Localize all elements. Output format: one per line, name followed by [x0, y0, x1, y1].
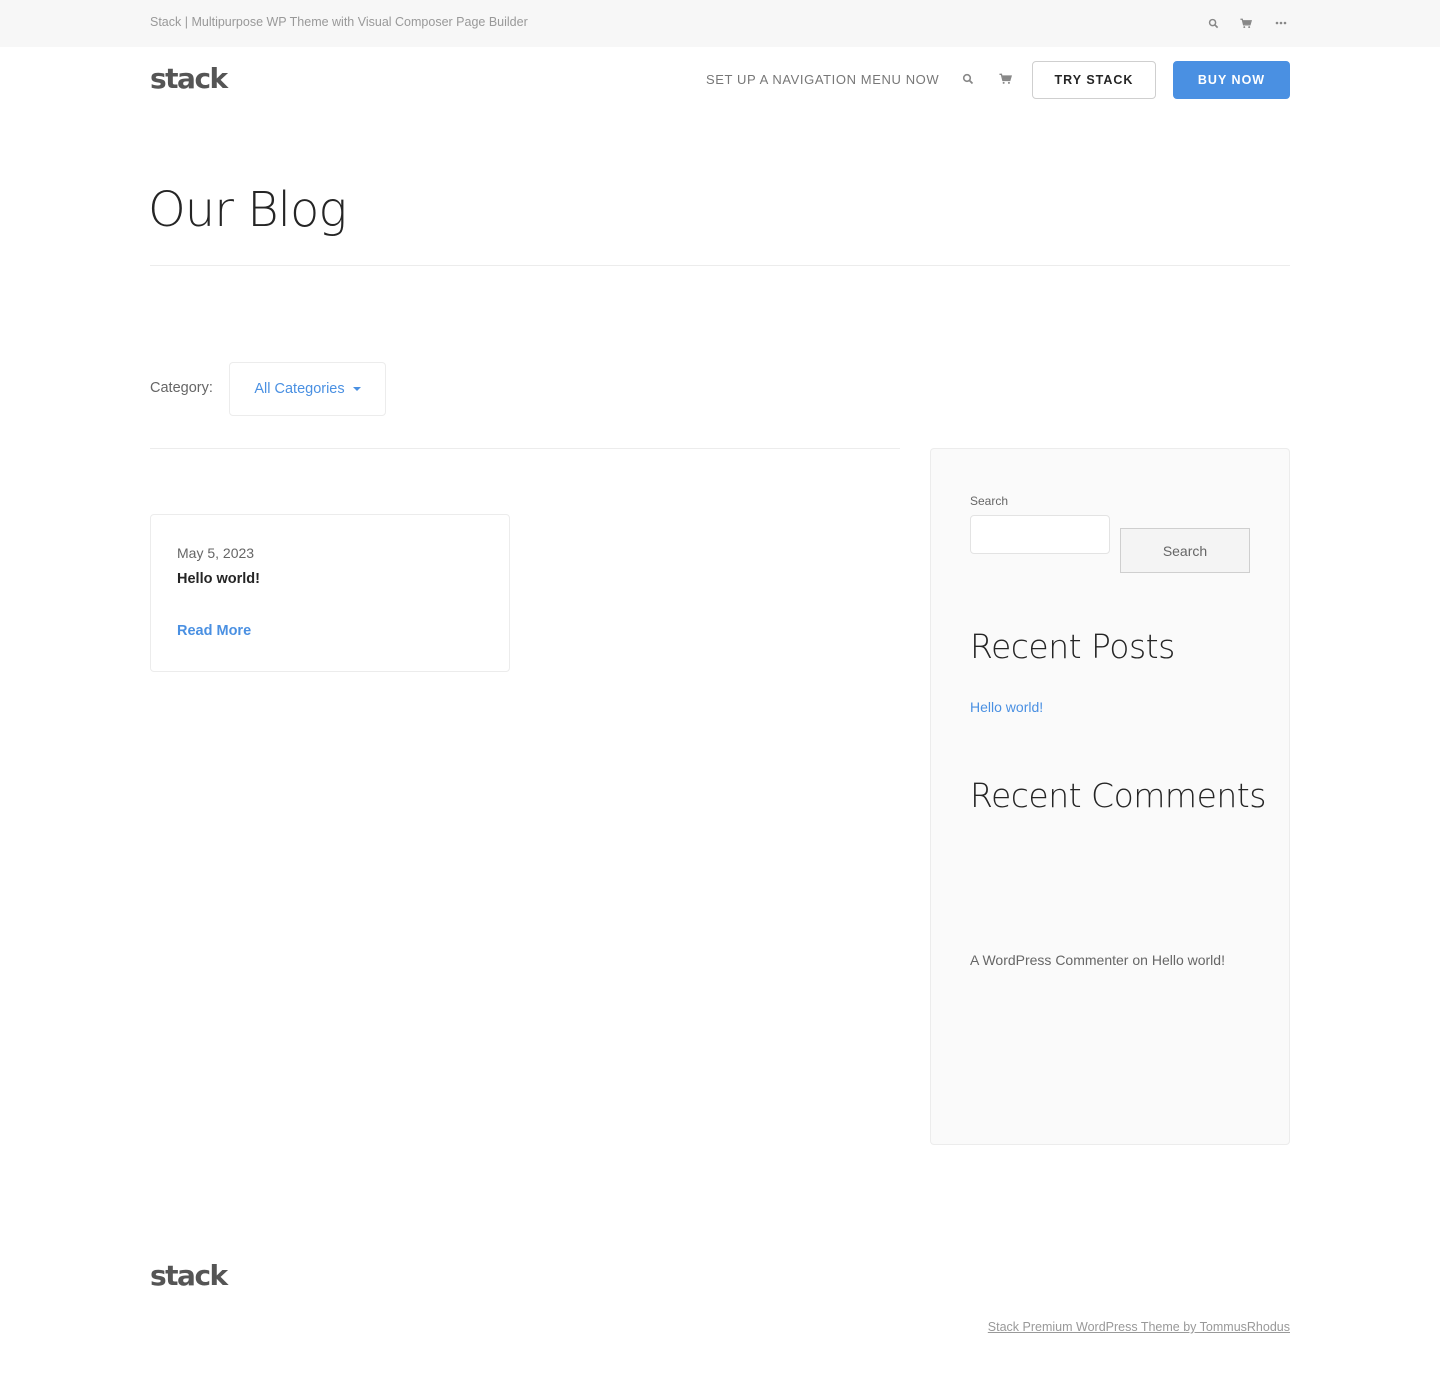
recent-comment-item: A WordPress Commenter on Hello world!	[970, 952, 1225, 968]
site-logo[interactable]: stack	[150, 62, 228, 95]
search-button[interactable]: Search	[1120, 528, 1250, 573]
caret-down-icon	[352, 387, 361, 391]
site-title: Stack | Multipurpose WP Theme with Visua…	[150, 15, 528, 29]
try-stack-button[interactable]: TRY STACK	[1032, 61, 1156, 99]
search-icon[interactable]	[1204, 14, 1222, 32]
footer-logo[interactable]: stack	[150, 1259, 228, 1292]
category-dropdown[interactable]: All Categories	[229, 362, 386, 416]
recent-post-link[interactable]: Hello world!	[970, 699, 1043, 715]
page-title: Our Blog	[148, 182, 347, 238]
footer-credit-link[interactable]: Stack Premium WordPress Theme by TommusR…	[988, 1320, 1290, 1334]
category-dropdown-value: All Categories	[254, 381, 345, 397]
top-utility-bar: Stack | Multipurpose WP Theme with Visua…	[0, 0, 1440, 47]
search-icon[interactable]	[959, 70, 977, 88]
sidebar: Search Search Recent Posts Hello world! …	[930, 448, 1290, 1145]
buy-now-button[interactable]: BUY NOW	[1173, 61, 1290, 99]
post-date: May 5, 2023	[177, 545, 255, 561]
post-card: May 5, 2023 Hello world! Read More	[150, 514, 510, 672]
post-title-link[interactable]: Hello world!	[177, 571, 260, 587]
nav-menu-setup-link[interactable]: SET UP A NAVIGATION MENU NOW	[706, 72, 939, 87]
search-label: Search	[970, 494, 1009, 508]
category-label: Category:	[150, 380, 213, 396]
comment-post-link[interactable]: Hello world!	[1152, 952, 1225, 968]
more-dots-icon[interactable]	[1272, 14, 1290, 32]
cart-icon[interactable]	[1237, 14, 1255, 32]
read-more-link[interactable]: Read More	[177, 623, 251, 639]
content-divider	[150, 448, 900, 449]
recent-comments-heading: Recent Comments	[970, 776, 1266, 815]
recent-posts-heading: Recent Posts	[970, 627, 1175, 666]
search-input[interactable]	[970, 515, 1110, 554]
comment-author-link[interactable]: A WordPress Commenter	[970, 952, 1128, 968]
title-divider	[150, 265, 1290, 266]
comment-on-text: on	[1132, 952, 1148, 968]
cart-icon[interactable]	[996, 70, 1014, 88]
